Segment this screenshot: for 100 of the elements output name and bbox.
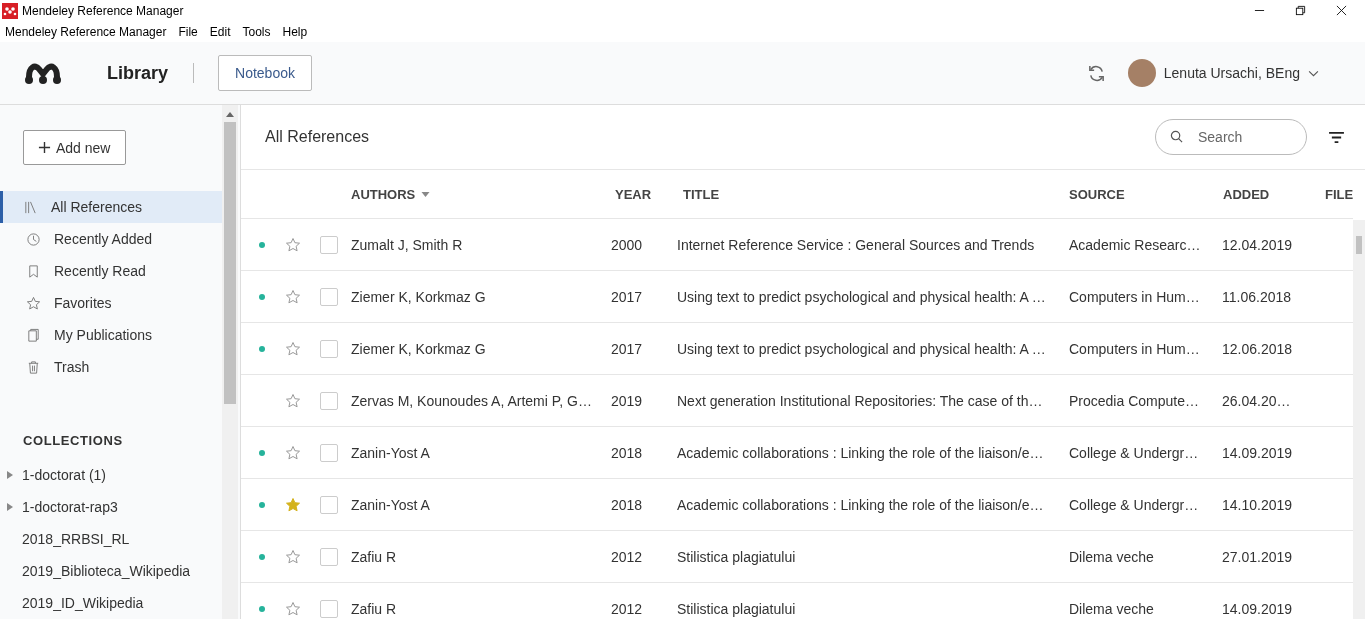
table-cell-text: Dilema veche	[1069, 600, 1155, 617]
table-cell-text: Stilistica plagiatului	[677, 600, 797, 617]
row-checkbox[interactable]	[320, 391, 338, 410]
table-cell-text: Internet Reference Service : General Sources and Trends	[677, 236, 1036, 253]
row-checkbox[interactable]	[320, 339, 338, 358]
expand-arrow-icon[interactable]	[7, 471, 13, 479]
menu-item[interactable]: Edit	[209, 24, 231, 39]
close-icon[interactable]	[1336, 5, 1347, 16]
row-checkbox[interactable]	[320, 547, 338, 566]
table-cell-text: Computers in Hum…	[1069, 340, 1201, 357]
sort-caret-icon[interactable]	[421, 191, 431, 197]
table-cell-text: 2012	[611, 600, 644, 617]
library-icon	[23, 199, 38, 215]
column-header[interactable]: AUTHORS	[351, 186, 611, 202]
sidebar-item[interactable]: My Publications	[0, 319, 222, 351]
row-checkbox[interactable]	[320, 287, 338, 306]
document-icon	[26, 327, 41, 343]
reference-row[interactable]: Zanin-Yost A 2018 Academic collaborations : Linking the role of the liaison/e… College & Undergr… 14.09.2019	[241, 427, 1354, 479]
collection-item[interactable]: 2019_ID_Wikipedia	[22, 595, 144, 611]
sidebar-item[interactable]: All References	[0, 191, 222, 223]
restore-icon[interactable]	[1295, 5, 1306, 16]
collection-item[interactable]: 2019_Biblioteca_Wikipedia	[22, 563, 191, 579]
menu-item[interactable]: Mendeley Reference Manager	[5, 24, 167, 39]
table-cell-text: College & Undergr…	[1069, 496, 1200, 513]
column-header[interactable]: SOURCE	[1069, 186, 1223, 202]
table-cell-text: 2019	[611, 392, 644, 409]
sidebar-item[interactable]: Recently Read	[0, 255, 222, 287]
table-cell-text: 12.04.2019	[1222, 236, 1294, 253]
table-cell-text: Ziemer K, Korkmaz G	[351, 288, 487, 305]
favorite-star-icon[interactable]	[285, 340, 301, 357]
filter-icon[interactable]	[1328, 130, 1345, 144]
favorite-star-icon[interactable]	[285, 548, 301, 565]
favorite-star-icon[interactable]	[285, 496, 301, 513]
column-header[interactable]: YEAR	[611, 186, 677, 202]
collections-heading: COLLECTIONS	[23, 433, 124, 448]
reference-row[interactable]: Zafiu R 2012 Stilistica plagiatului Dilema veche 14.09.2019	[241, 583, 1354, 619]
menu-item[interactable]: File	[178, 24, 198, 39]
table-cell-text: 12.06.2018	[1222, 340, 1294, 357]
table-cell-text: 2018	[611, 444, 644, 461]
chevron-down-icon	[1308, 69, 1319, 77]
table-cell-text: Using text to predict psychological and physical health: A …	[677, 340, 1047, 357]
search-icon	[1170, 130, 1183, 143]
table-cell-text: 11.06.2018	[1222, 288, 1293, 305]
column-header[interactable]: ADDED	[1223, 186, 1325, 202]
favorite-star-icon[interactable]	[285, 600, 301, 617]
favorite-star-icon[interactable]	[285, 236, 301, 253]
table-cell-text: Next generation Institutional Repositories: The case of th…	[677, 392, 1044, 409]
favorite-star-icon[interactable]	[285, 392, 301, 409]
reference-row[interactable]: Zumalt J, Smith R 2000 Internet Reference Service : General Sources and Trends Academic Researc… 12.04.2019	[241, 219, 1354, 271]
table-cell-text: 27.01.2019	[1222, 548, 1294, 565]
table-scrollbar[interactable]	[1353, 220, 1365, 619]
table-cell-text: Zafiu R	[351, 600, 398, 617]
table-cell-text: 14.09.2019	[1222, 600, 1294, 617]
sidebar-item[interactable]: Recently Added	[0, 223, 222, 255]
column-header[interactable]: FILE	[1325, 186, 1354, 202]
table-cell-text: 14.09.2019	[1222, 444, 1294, 461]
sync-icon[interactable]	[1086, 63, 1106, 83]
menu-item[interactable]: Help	[282, 24, 308, 39]
table-cell-text: Procedia Compute…	[1069, 392, 1200, 409]
sidebar-item[interactable]: Favorites	[0, 287, 222, 319]
table-cell-text: College & Undergr…	[1069, 444, 1200, 461]
reference-row[interactable]: Zafiu R 2012 Stilistica plagiatului Dilema veche 27.01.2019	[241, 531, 1354, 583]
collection-item[interactable]: 1-doctorat (1)	[22, 467, 107, 483]
row-checkbox[interactable]	[320, 599, 338, 618]
trash-icon	[26, 359, 41, 375]
reference-row[interactable]: Ziemer K, Korkmaz G 2017 Using text to predict psychological and physical health: A … Computers in Hum… 12.06.2018	[241, 323, 1354, 375]
section-title: Library	[107, 62, 169, 84]
column-header[interactable]: TITLE	[677, 186, 1069, 202]
menu-item[interactable]: Tools	[242, 24, 271, 39]
notebook-button[interactable]: Notebook	[218, 55, 312, 91]
expand-arrow-icon[interactable]	[7, 503, 13, 511]
avatar	[1127, 59, 1156, 87]
mendeley-logo-icon	[23, 61, 63, 85]
table-cell-text: Zanin-Yost A	[351, 496, 431, 513]
reference-row[interactable]: Zervas M, Kounoudes A, Artemi P, G… 2019 Next generation Institutional Repositories: The case of th… Procedia Compute… 26.04.20…	[241, 375, 1354, 427]
table-cell-text: 2018	[611, 496, 644, 513]
page-heading: All References	[265, 128, 370, 146]
table-cell-text: 14.10.2019	[1222, 496, 1294, 513]
sidebar-scrollbar[interactable]	[222, 105, 238, 619]
table-cell-text: Dilema veche	[1069, 548, 1155, 565]
favorite-star-icon[interactable]	[285, 444, 301, 461]
collection-item[interactable]: 2018_RRBSI_RL	[22, 531, 130, 547]
reference-row[interactable]: Zanin-Yost A 2018 Academic collaborations : Linking the role of the liaison/e… College & Undergr… 14.10.2019	[241, 479, 1354, 531]
add-new-button[interactable]: Add new	[23, 130, 127, 165]
search-field[interactable]: Search	[1155, 119, 1307, 155]
scroll-up-arrow-icon[interactable]	[226, 112, 234, 117]
collection-item[interactable]: 1-doctorat-rap3	[22, 499, 118, 515]
user-menu[interactable]: Lenuta Ursachi, BEng	[1157, 65, 1325, 81]
table-cell-text: Using text to predict psychological and physical health: A …	[677, 288, 1047, 305]
reference-row[interactable]: Ziemer K, Korkmaz G 2017 Using text to predict psychological and physical health: A … Computers in Hum… 11.06.2018	[241, 271, 1354, 323]
row-checkbox[interactable]	[320, 495, 338, 514]
clock-icon	[26, 231, 41, 247]
favorite-star-icon[interactable]	[285, 288, 301, 305]
table-cell-text: 2000	[611, 236, 644, 253]
table-cell-text: 26.04.20…	[1222, 392, 1292, 409]
row-checkbox[interactable]	[320, 443, 338, 462]
table-cell-text: Computers in Hum…	[1069, 288, 1201, 305]
row-checkbox[interactable]	[320, 235, 338, 254]
table-cell-text: Zumalt J, Smith R	[351, 236, 464, 253]
sidebar-item[interactable]: Trash	[0, 351, 222, 383]
